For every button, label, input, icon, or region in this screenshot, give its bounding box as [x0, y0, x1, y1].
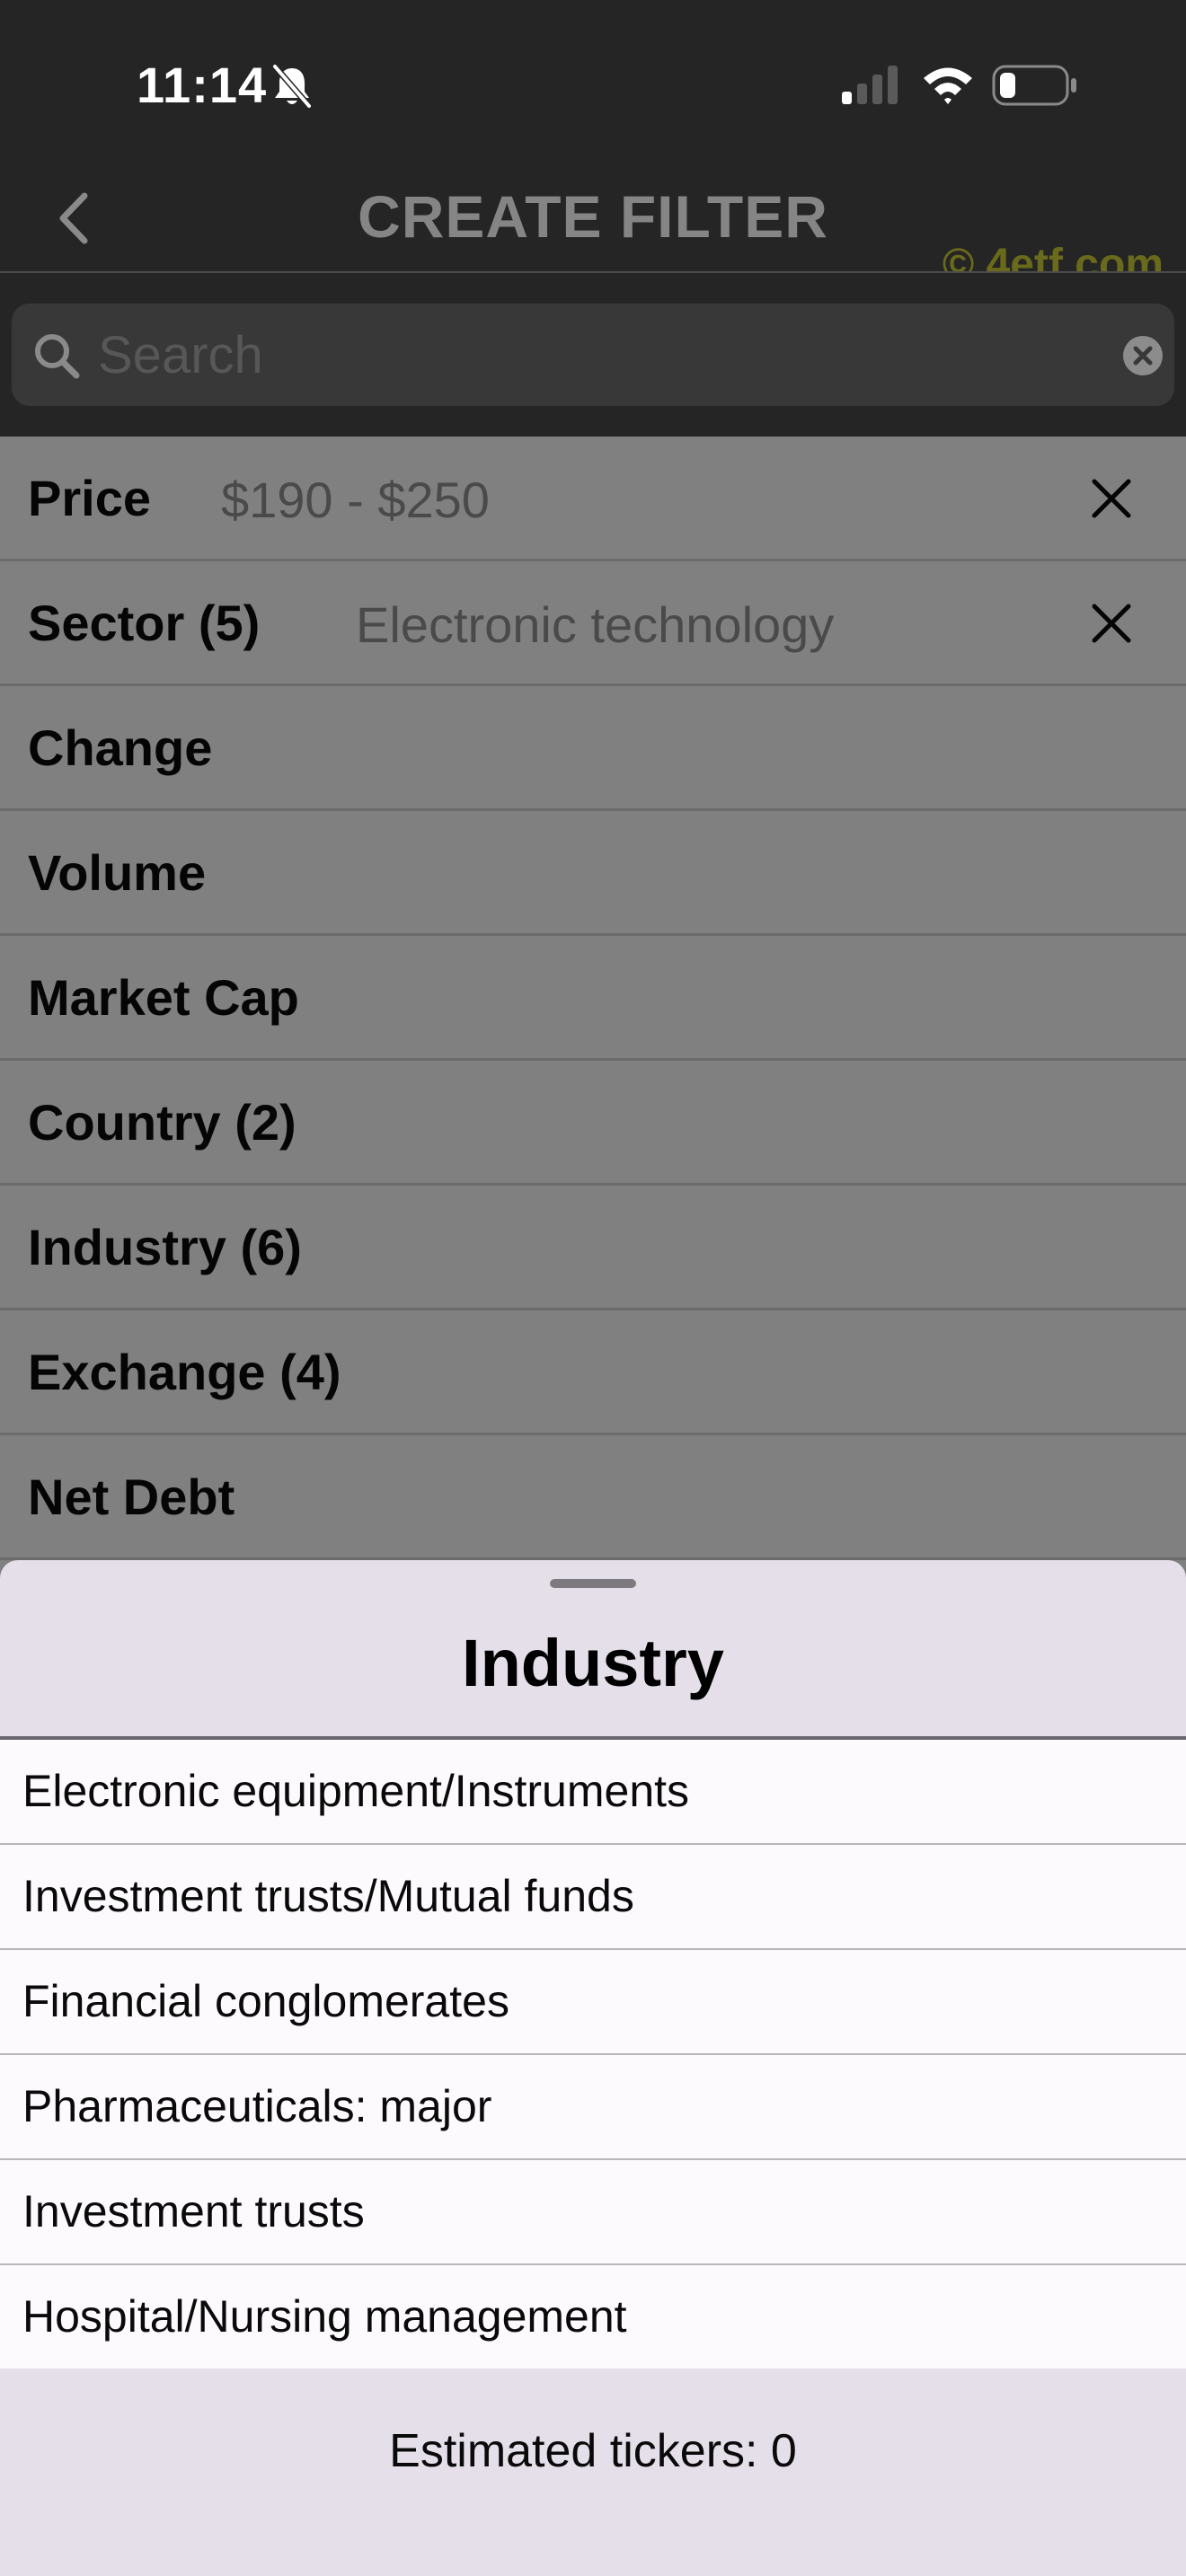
filter-label: Volume: [28, 844, 207, 901]
clear-circle-icon[interactable]: [1122, 335, 1164, 376]
industry-sheet: Industry Electronic equipment/Instrument…: [0, 1560, 1186, 2576]
filter-row-net-debt[interactable]: Net Debt: [0, 1435, 1186, 1560]
filter-row-market-cap[interactable]: Market Cap: [0, 936, 1186, 1061]
industry-option[interactable]: Financial conglomerates: [0, 1950, 1186, 2055]
option-label: Investment trusts: [22, 2186, 365, 2236]
industry-option-list: Electronic equipment/Instruments Investm…: [0, 1740, 1186, 2369]
search-input[interactable]: [98, 320, 1068, 390]
industry-option[interactable]: Electronic equipment/Instruments: [0, 1740, 1186, 1845]
sheet-grabber[interactable]: [550, 1579, 636, 1588]
filter-list: Price $190 - $250 Sector (5) Electronic …: [0, 437, 1186, 1560]
filter-label: Change: [28, 719, 213, 776]
status-time: 11:14: [137, 57, 268, 113]
filter-row-industry[interactable]: Industry (6): [0, 1186, 1186, 1310]
option-label: Financial conglomerates: [22, 1976, 509, 2026]
option-label: Electronic equipment/Instruments: [22, 1766, 690, 1816]
filter-label: Net Debt: [28, 1469, 235, 1525]
filter-row-price[interactable]: Price $190 - $250: [0, 437, 1186, 561]
filter-label: Country (2): [28, 1094, 296, 1151]
filter-row-sector[interactable]: Sector (5) Electronic technology: [0, 561, 1186, 686]
search-icon: [35, 334, 80, 379]
filter-row-exchange[interactable]: Exchange (4): [0, 1310, 1186, 1435]
industry-option[interactable]: Investment trusts/Mutual funds: [0, 1845, 1186, 1950]
filter-label: Sector (5): [28, 595, 261, 651]
filter-row-volume[interactable]: Volume: [0, 811, 1186, 936]
industry-option[interactable]: Investment trusts: [0, 2160, 1186, 2265]
close-icon[interactable]: [1089, 601, 1134, 646]
estimated-tickers: Estimated tickers: 0: [389, 2425, 797, 2477]
bell-slash-icon: [272, 64, 312, 109]
filter-label: Price: [28, 470, 151, 526]
close-icon[interactable]: [1089, 476, 1134, 521]
filter-value: $190 - $250: [221, 472, 490, 528]
battery-low-icon: [992, 65, 1076, 106]
wifi-icon: [924, 67, 972, 104]
option-label: Hospital/Nursing management: [22, 2291, 627, 2342]
filter-row-country[interactable]: Country (2): [0, 1061, 1186, 1186]
app-header: 11:14 CREATE FILTER © 4etf.com: [0, 0, 1186, 288]
filter-label: Exchange (4): [28, 1344, 341, 1400]
filter-row-change[interactable]: Change: [0, 686, 1186, 811]
option-label: Investment trusts/Mutual funds: [22, 1871, 634, 1921]
sheet-title: Industry: [462, 1626, 724, 1700]
industry-option[interactable]: Pharmaceuticals: major: [0, 2055, 1186, 2160]
filter-value: Electronic technology: [356, 596, 835, 653]
filter-label: Market Cap: [28, 969, 299, 1026]
search-field[interactable]: [12, 304, 1174, 406]
search-bar: [0, 273, 1186, 437]
cellular-signal-icon: [842, 66, 898, 104]
option-label: Pharmaceuticals: major: [22, 2081, 492, 2131]
filter-label: Industry (6): [28, 1219, 302, 1275]
industry-option[interactable]: Hospital/Nursing management: [0, 2265, 1186, 2369]
